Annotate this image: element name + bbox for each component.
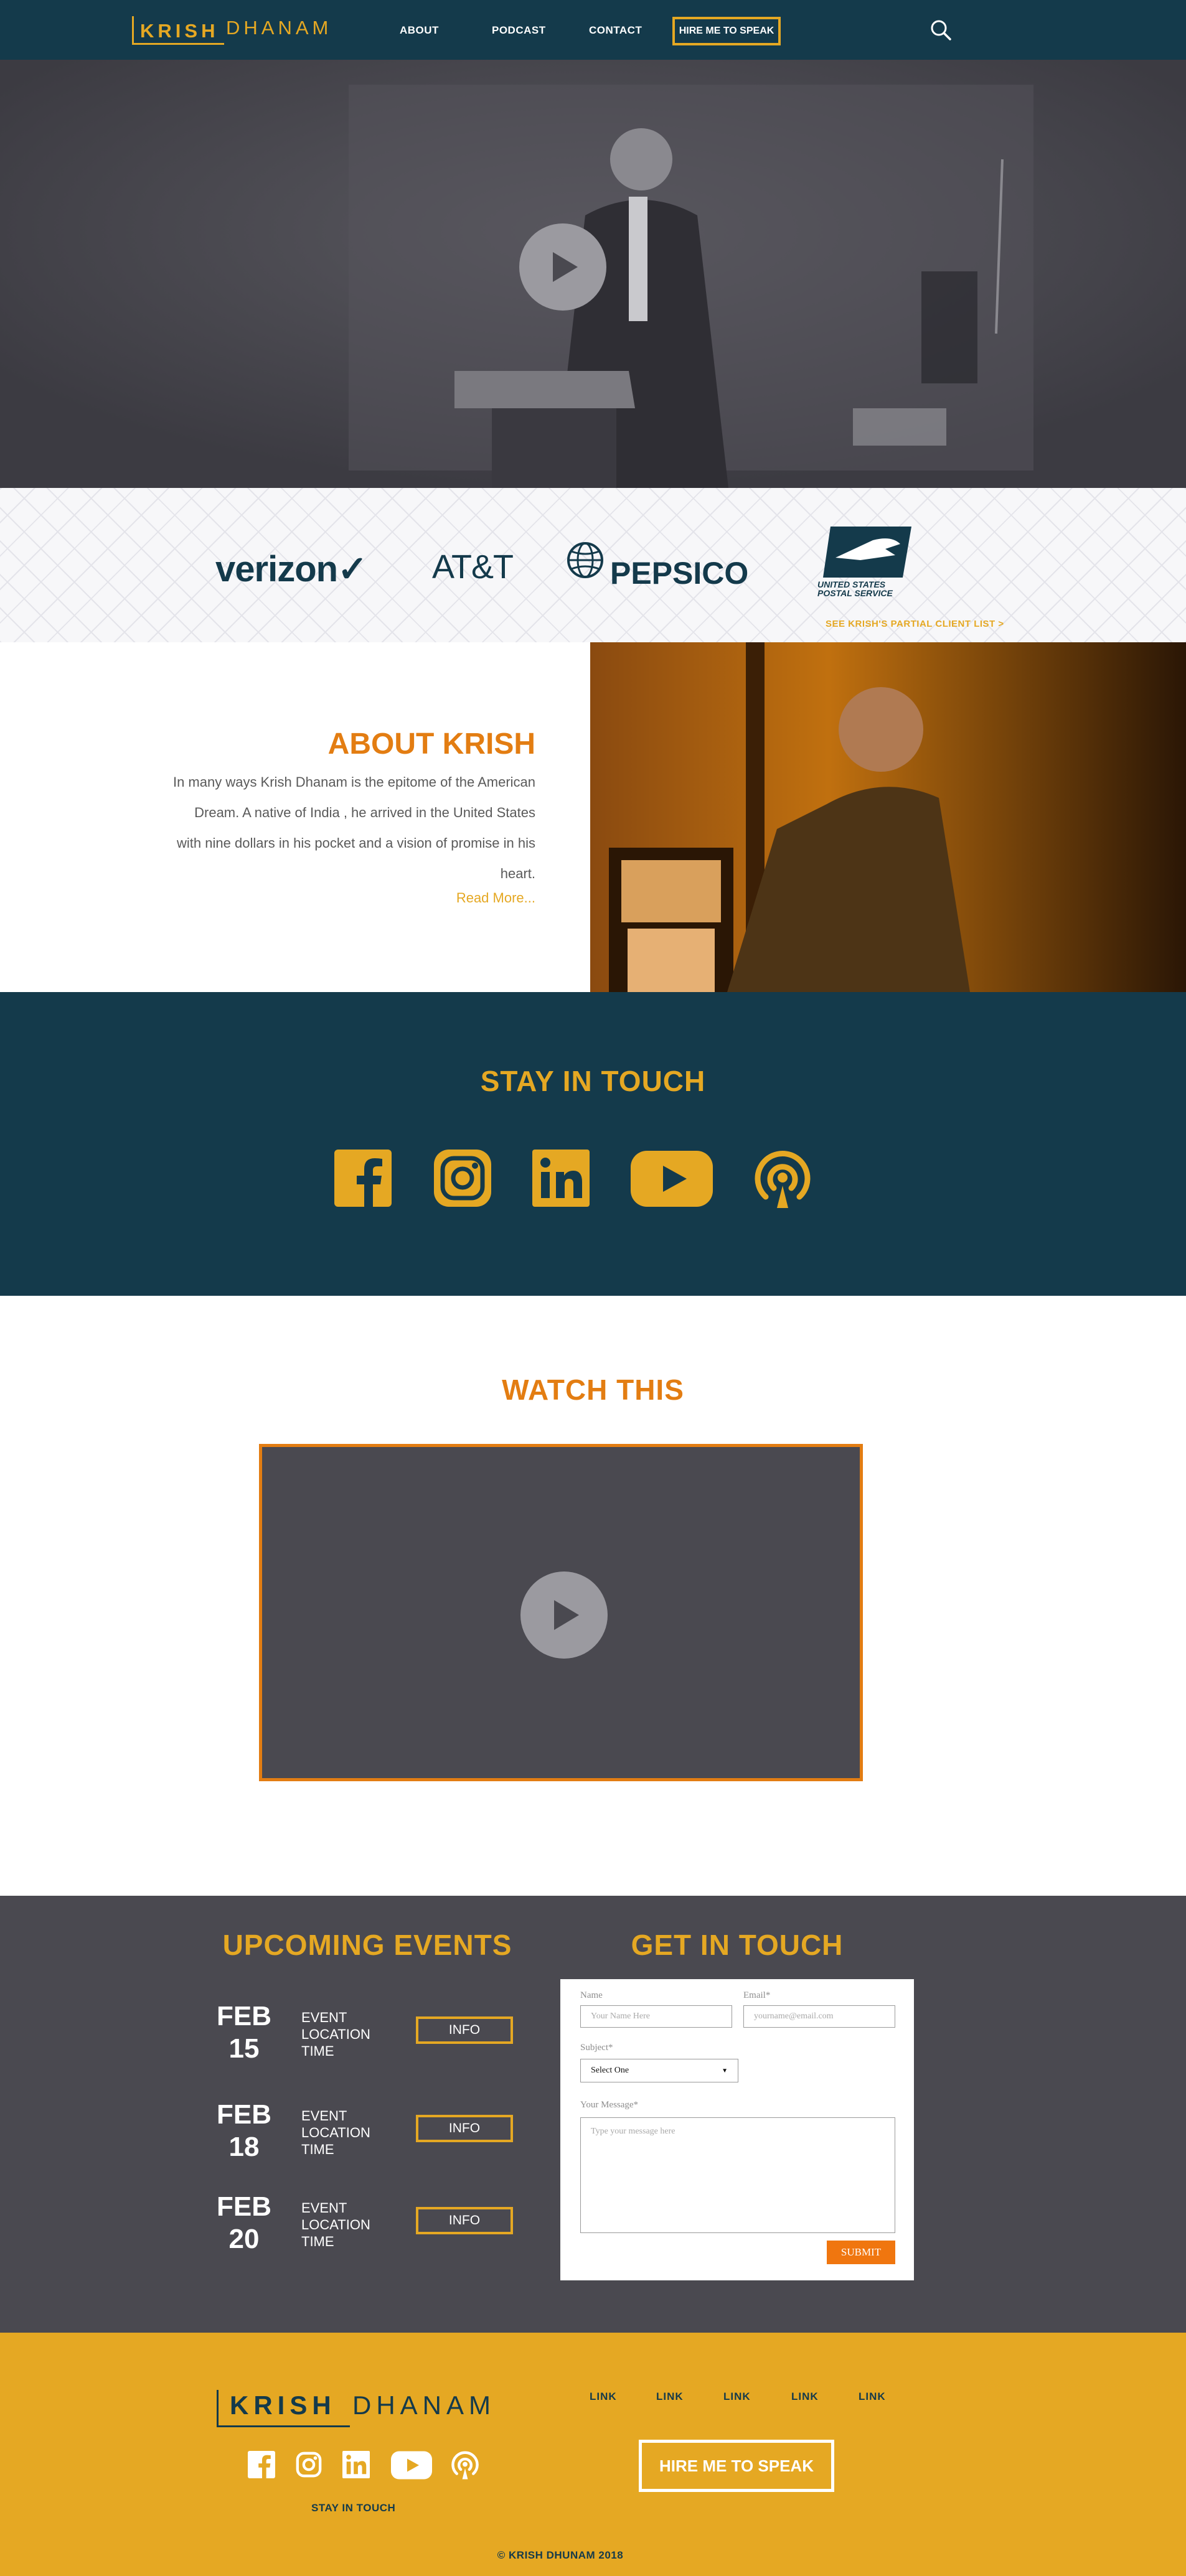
event-item: FEB 20 EVENT LOCATION TIME INFO — [205, 2191, 529, 2265]
contact-title: GET IN TOUCH — [631, 1929, 844, 1961]
search-icon[interactable] — [930, 19, 951, 40]
about-title: ABOUT KRISH — [327, 728, 535, 761]
copyright: © KRISH DHUNAM 2018 — [497, 2549, 624, 2561]
subject-label: Subject* — [580, 2043, 613, 2053]
verizon-logo: verizon✓ — [215, 549, 368, 589]
instagram-icon[interactable] — [434, 1150, 491, 1207]
event-details: EVENT LOCATION TIME — [301, 2107, 370, 2158]
client-logos: verizon✓ AT&T PEPSICO UNITED STATES POST… — [0, 488, 1186, 642]
event-info-button[interactable]: INFO — [416, 2016, 513, 2044]
logo-last-name: DHANAM — [226, 17, 332, 39]
event-date: FEB 18 — [205, 2099, 283, 2163]
message-label: Your Message* — [580, 2100, 639, 2110]
event-item: FEB 18 EVENT LOCATION TIME INFO — [205, 2099, 529, 2173]
site-header: KRISH DHANAM ABOUT PODCAST CONTACT HIRE … — [0, 0, 1186, 60]
message-field[interactable]: Type your message here — [580, 2117, 895, 2233]
watch-title: WATCH THIS — [502, 1374, 684, 1406]
events-contact-section: UPCOMING EVENTS FEB 15 EVENT LOCATION TI… — [0, 1896, 1186, 2333]
youtube-icon[interactable] — [631, 1151, 713, 1207]
play-button[interactable] — [519, 223, 606, 311]
event-name: EVENT — [301, 2010, 347, 2025]
event-location: LOCATION — [301, 2125, 370, 2140]
hero-video[interactable] — [0, 60, 1186, 488]
footer-youtube-icon[interactable] — [391, 2451, 432, 2480]
footer-linkedin-icon[interactable] — [342, 2451, 370, 2478]
usps-eagle-icon — [823, 527, 911, 578]
footer-hire-button[interactable]: HIRE ME TO SPEAK — [639, 2440, 834, 2492]
play-icon — [554, 1600, 579, 1630]
event-date: FEB 15 — [205, 2000, 283, 2065]
chevron-down-icon: ▼ — [722, 2067, 728, 2074]
email-field[interactable]: yourname@email.com — [743, 2005, 895, 2028]
event-name: EVENT — [301, 2108, 347, 2124]
contact-form: Name Your Name Here Email* yourname@emai… — [560, 1979, 914, 2280]
podcast-icon[interactable] — [753, 1148, 812, 1208]
footer-facebook-icon[interactable] — [248, 2451, 275, 2478]
linkedin-icon[interactable] — [532, 1150, 590, 1207]
logo-first-name: KRISH — [140, 20, 219, 42]
usps-name: UNITED STATES POSTAL SERVICE — [817, 579, 893, 598]
pepsico-logo: PEPSICO — [610, 556, 749, 591]
att-logo: AT&T — [432, 548, 514, 586]
client-logos-strip: verizon✓ AT&T PEPSICO UNITED STATES POST… — [0, 488, 1186, 642]
footer-link[interactable]: LINK — [656, 2391, 684, 2403]
subject-select[interactable]: Select One ▼ — [580, 2059, 738, 2082]
facebook-icon[interactable] — [334, 1150, 392, 1207]
watch-this-section: WATCH THIS — [0, 1296, 1186, 1896]
footer-instagram-icon[interactable] — [295, 2451, 322, 2478]
footer-stay-label: STAY IN TOUCH — [311, 2502, 396, 2514]
about-section: ABOUT KRISH In many ways Krish Dhanam is… — [0, 642, 590, 992]
event-month: FEB — [217, 2099, 271, 2130]
event-location: LOCATION — [301, 2026, 370, 2042]
event-day: 15 — [228, 2033, 260, 2064]
pepsico-globe-icon — [567, 541, 604, 579]
event-info-button[interactable]: INFO — [416, 2207, 513, 2234]
video-play-button[interactable] — [520, 1571, 608, 1659]
event-time: TIME — [301, 2142, 334, 2157]
about-photo — [590, 642, 1186, 992]
footer-link[interactable]: LINK — [723, 2391, 751, 2403]
footer-logo[interactable]: KRISH — [217, 2390, 350, 2427]
read-more-link[interactable]: Read More... — [456, 890, 535, 906]
event-details: EVENT LOCATION TIME — [301, 2199, 370, 2250]
nav-contact[interactable]: CONTACT — [589, 24, 642, 37]
event-location: LOCATION — [301, 2217, 370, 2232]
event-details: EVENT LOCATION TIME — [301, 2009, 370, 2059]
name-label: Name — [580, 1990, 603, 2000]
event-day: 20 — [228, 2224, 260, 2254]
footer-logo-last-name: DHANAM — [352, 2391, 496, 2420]
hire-me-button[interactable]: HIRE ME TO SPEAK — [672, 17, 781, 45]
about-body: In many ways Krish Dhanam is the epitome… — [172, 774, 535, 881]
event-month: FEB — [217, 2001, 271, 2031]
footer-link[interactable]: LINK — [590, 2391, 617, 2403]
email-label: Email* — [743, 1990, 771, 2000]
footer-link[interactable]: LINK — [859, 2391, 886, 2403]
site-logo[interactable]: KRISH — [132, 16, 224, 45]
event-month: FEB — [217, 2191, 271, 2222]
footer-logo-first-name: KRISH — [230, 2391, 336, 2420]
play-icon — [553, 252, 578, 282]
event-item: FEB 15 EVENT LOCATION TIME INFO — [205, 2000, 529, 2075]
event-time: TIME — [301, 2043, 334, 2059]
footer-link[interactable]: LINK — [791, 2391, 819, 2403]
event-date: FEB 20 — [205, 2191, 283, 2255]
event-info-button[interactable]: INFO — [416, 2115, 513, 2142]
footer-podcast-icon[interactable] — [451, 2450, 479, 2480]
events-title: UPCOMING EVENTS — [222, 1929, 512, 1961]
featured-video[interactable] — [259, 1444, 863, 1781]
client-list-link[interactable]: SEE KRISH'S PARTIAL CLIENT LIST > — [826, 619, 1004, 629]
event-time: TIME — [301, 2234, 334, 2249]
nav-about[interactable]: ABOUT — [400, 24, 439, 37]
name-field[interactable]: Your Name Here — [580, 2005, 732, 2028]
nav-podcast[interactable]: PODCAST — [492, 24, 546, 37]
submit-button[interactable]: SUBMIT — [827, 2241, 895, 2264]
stay-title: STAY IN TOUCH — [480, 1065, 706, 1097]
event-name: EVENT — [301, 2200, 347, 2216]
site-footer: KRISH DHANAM LINK LINK LINK LINK LINK ST… — [0, 2333, 1186, 2576]
stay-in-touch-section: STAY IN TOUCH — [0, 992, 1186, 1296]
subject-value: Select One — [591, 2066, 629, 2075]
event-day: 18 — [228, 2132, 260, 2162]
